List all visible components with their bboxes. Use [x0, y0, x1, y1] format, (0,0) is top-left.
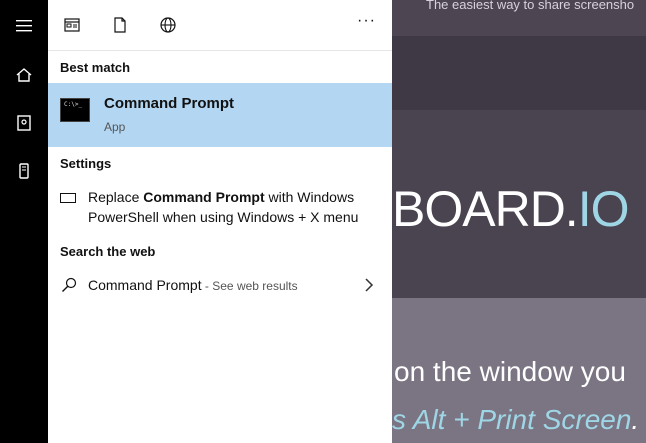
- bg-lower-band: on the window you s Alt + Print Screen.: [392, 298, 646, 443]
- start-rail: [0, 0, 48, 443]
- search-results-panel: ··· Best match C:\>_ Command Prompt App …: [48, 0, 392, 443]
- command-prompt-icon: C:\>_: [60, 98, 90, 122]
- bg-brand-io: IO: [577, 181, 630, 237]
- apps-icon: [64, 18, 80, 32]
- best-match-subtitle: App: [104, 120, 126, 134]
- settings-result-text: Replace Command Prompt with Windows Powe…: [88, 187, 384, 227]
- document-icon: [114, 17, 126, 33]
- bg-brand-logo: BOARD.IO: [392, 180, 629, 238]
- bg-header-band: The easiest way to share screensho: [392, 0, 646, 36]
- best-match-title: Command Prompt: [104, 95, 235, 112]
- device-icon: [19, 163, 29, 179]
- apps-filter-button[interactable]: [60, 13, 84, 37]
- home-button[interactable]: [0, 51, 48, 99]
- hamburger-menu-icon: [16, 20, 32, 32]
- settings-bold: Command Prompt: [143, 189, 265, 205]
- bg-line2-keys: Alt + Print Screen: [412, 404, 632, 435]
- home-icon: [16, 68, 32, 82]
- taskbar-settings-icon: [60, 193, 76, 203]
- documents-filter-button[interactable]: [108, 13, 132, 37]
- globe-icon: [160, 17, 176, 33]
- best-match-result[interactable]: C:\>_ Command Prompt App: [48, 83, 392, 147]
- bg-tagline: The easiest way to share screensho: [426, 0, 635, 12]
- best-match-header: Best match: [60, 60, 131, 75]
- web-search-suffix: - See web results: [201, 279, 298, 293]
- search-icon: [62, 277, 77, 292]
- bg-line2: s Alt + Print Screen.: [392, 404, 639, 436]
- notebook-button[interactable]: [0, 99, 48, 147]
- bg-line1: on the window you: [394, 356, 626, 387]
- settings-prefix: Replace: [88, 189, 144, 205]
- web-search-result[interactable]: Command Prompt - See web results: [48, 272, 392, 302]
- bg-line2-prefix: s: [392, 404, 413, 435]
- device-button[interactable]: [0, 147, 48, 195]
- background-website: The easiest way to share screensho BOARD…: [392, 0, 646, 443]
- settings-header: Settings: [60, 156, 112, 171]
- web-search-text: Command Prompt - See web results: [88, 277, 298, 293]
- notebook-icon: [17, 115, 31, 131]
- web-search-query: Command Prompt: [88, 277, 202, 293]
- search-toolbar: ···: [48, 0, 392, 51]
- more-options-icon[interactable]: ···: [357, 12, 376, 30]
- search-web-header: Search the web: [60, 244, 156, 259]
- hamburger-menu-button[interactable]: [0, 2, 48, 50]
- settings-result[interactable]: Replace Command Prompt with Windows Powe…: [48, 183, 392, 231]
- chevron-right-icon[interactable]: [364, 277, 374, 293]
- bg-brand-main: BOARD.: [392, 181, 579, 237]
- bg-dark-band: [392, 36, 646, 110]
- bg-brand-band: BOARD.IO: [392, 110, 646, 298]
- command-prompt-icon-text: C:\>_: [64, 101, 83, 108]
- web-filter-button[interactable]: [156, 13, 180, 37]
- bg-line2-end: .: [631, 404, 640, 435]
